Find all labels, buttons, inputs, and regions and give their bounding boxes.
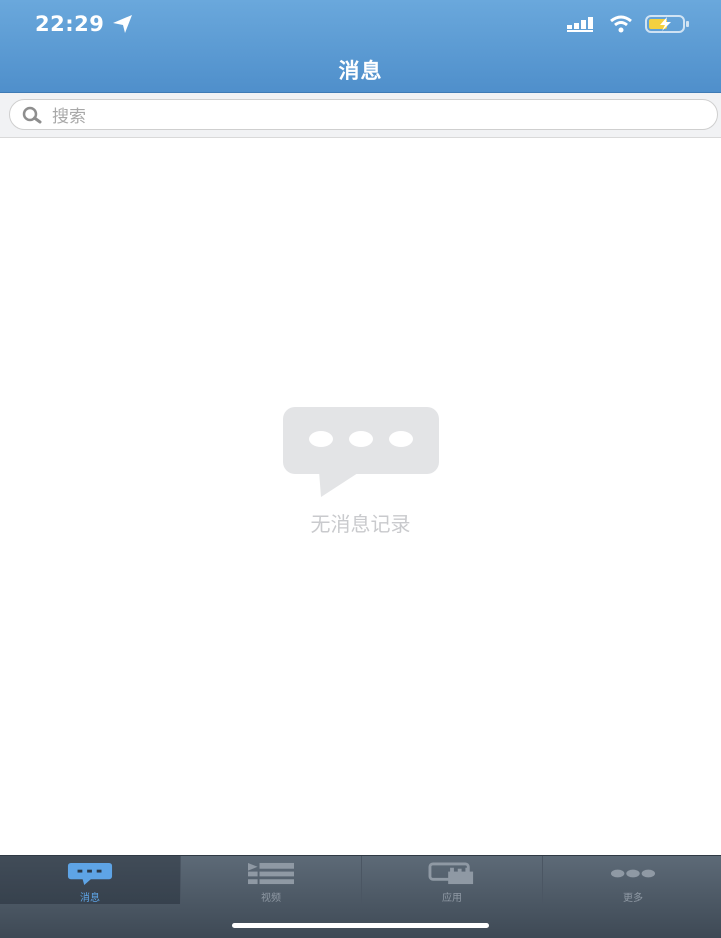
tab-apps[interactable]: 应用	[362, 856, 542, 904]
search-bar: 搜索	[0, 93, 721, 138]
tab-video[interactable]: 视频	[181, 856, 361, 904]
empty-state-text: 无消息记录	[310, 512, 411, 536]
status-indicators	[567, 14, 691, 34]
cellular-signal-icon	[567, 17, 593, 32]
empty-message-icon	[282, 407, 439, 497]
tab-label-video: 视频	[261, 893, 281, 904]
location-arrow-icon	[113, 15, 133, 33]
apps-icon	[428, 862, 474, 885]
tab-more[interactable]: 更多	[543, 856, 721, 904]
tab-label-more: 更多	[623, 893, 643, 904]
tab-label-apps: 应用	[442, 893, 462, 904]
search-input[interactable]: 搜索	[9, 99, 718, 130]
battery-charging-icon	[645, 15, 689, 33]
search-placeholder: 搜索	[52, 107, 86, 127]
home-indicator[interactable]	[232, 923, 489, 928]
status-time-text: 22:29	[35, 12, 105, 36]
tab-messages[interactable]: 消息	[0, 856, 180, 904]
more-icon	[610, 869, 656, 878]
video-list-icon	[248, 862, 294, 885]
tab-label-messages: 消息	[80, 893, 100, 904]
page-title: 消息	[338, 59, 383, 83]
app-header: 22:29 消息	[0, 0, 721, 93]
chat-bubble-icon	[67, 862, 113, 885]
empty-state: 无消息记录	[0, 405, 721, 536]
search-icon	[22, 106, 42, 123]
status-bar-time: 22:29	[35, 12, 134, 36]
wifi-icon	[610, 15, 632, 33]
